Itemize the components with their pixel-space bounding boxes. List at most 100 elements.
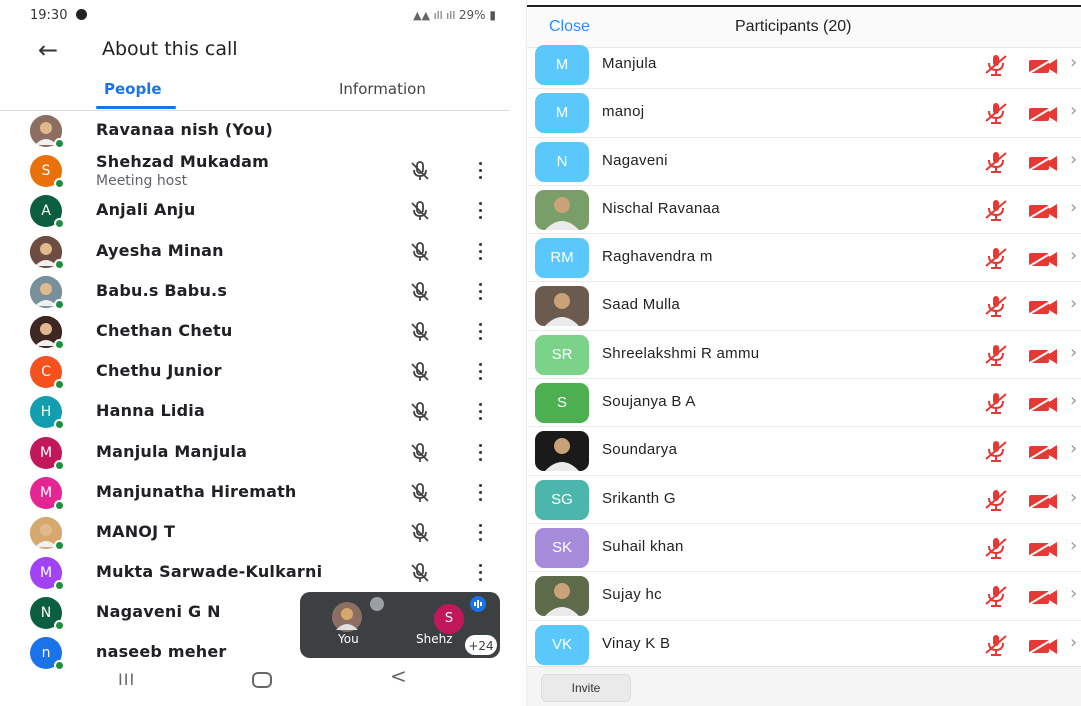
mic-off-icon [408, 481, 432, 505]
mic-muted-icon [983, 633, 1009, 657]
participant-row[interactable]: N Nagaveni › [527, 138, 1081, 186]
more-options-icon[interactable] [472, 361, 488, 383]
participant-row[interactable]: M Manjula › [527, 41, 1081, 90]
participant-row[interactable]: Mmanoj › [527, 89, 1081, 138]
avatar-initial: S [41, 163, 51, 180]
participant-name: Nischal Ravanaa [602, 199, 720, 217]
more-options-icon[interactable] [472, 442, 488, 464]
mic-muted-icon [983, 246, 1009, 270]
participant-row[interactable]: H Hanna Lidia [0, 392, 510, 432]
participant-row[interactable]: S Shehzad Mukadam Meeting host [0, 151, 510, 191]
participant-row[interactable]: VK Vinay K B › [527, 621, 1081, 669]
chevron-right-icon[interactable]: › [1070, 438, 1077, 459]
mic-off-icon [408, 199, 432, 223]
wifi-signal-icon: ▲▲ ıll ıll [413, 9, 459, 22]
participant-name: Saad Mulla [602, 296, 681, 314]
participant-row[interactable]: SG Srikanth G › [527, 476, 1081, 524]
participant-avatar [30, 516, 65, 551]
participant-avatar [30, 315, 65, 350]
more-options-icon[interactable] [472, 401, 488, 423]
floating-self-view[interactable]: You S Shehz +24 [300, 592, 500, 658]
participant-row[interactable]: Ayesha Minan [0, 232, 510, 272]
avatar-initials: SG [551, 490, 573, 508]
video-off-icon [1027, 634, 1059, 655]
more-participants-badge[interactable]: +24 [464, 634, 498, 656]
participant-avatar: M [30, 557, 65, 592]
app-bar: ← About this call [0, 36, 510, 66]
mic-muted-icon [983, 294, 1009, 318]
chevron-right-icon[interactable]: › [1070, 632, 1077, 653]
participant-name: Mukta Sarwade-Kulkarni [96, 562, 323, 582]
speaking-indicator-icon [470, 596, 486, 612]
online-status-icon [54, 258, 65, 270]
chevron-right-icon[interactable]: › [1070, 197, 1077, 218]
participant-avatar [535, 286, 589, 327]
avatar-initial: N [40, 605, 52, 622]
chevron-right-icon[interactable]: › [1070, 100, 1077, 121]
participant-row[interactable]: A Anjali Anju [0, 191, 510, 231]
chevron-right-icon[interactable]: › [1070, 52, 1077, 73]
chevron-right-icon[interactable]: › [1070, 390, 1077, 411]
online-status-icon [54, 459, 65, 471]
participant-row[interactable]: M Mukta Sarwade-Kulkarni [0, 553, 510, 593]
online-status-icon [54, 138, 65, 149]
chevron-right-icon[interactable]: › [1070, 149, 1077, 170]
chevron-right-icon[interactable]: › [1070, 535, 1077, 556]
more-options-icon[interactable] [472, 241, 488, 263]
mic-muted-icon [983, 198, 1009, 222]
online-status-icon [54, 620, 65, 632]
more-options-icon[interactable] [472, 562, 488, 584]
more-options-icon[interactable] [472, 482, 488, 504]
more-options-icon[interactable] [472, 200, 488, 222]
participant-row[interactable]: M Manjula Manjula [0, 433, 510, 473]
chevron-right-icon[interactable]: › [1070, 293, 1077, 314]
more-options-icon[interactable] [472, 321, 488, 343]
system-back-button[interactable]: < [390, 664, 407, 688]
participant-role: Meeting host [96, 173, 188, 190]
avatar-initial: M [39, 484, 53, 501]
close-button[interactable]: Close [549, 18, 590, 36]
participant-row[interactable]: Saad Mulla › [527, 282, 1081, 331]
mic-muted-icon [983, 536, 1009, 560]
notification-dot-icon [76, 9, 87, 20]
mic-muted-icon [983, 488, 1009, 512]
video-off-icon [1027, 103, 1059, 124]
participant-row[interactable]: Soundarya › [527, 427, 1081, 476]
chevron-right-icon[interactable]: › [1070, 487, 1077, 508]
participant-row[interactable]: Babu.s Babu.s [0, 272, 510, 312]
video-off-icon [1027, 344, 1059, 365]
participant-row[interactable]: MANOJ T [0, 513, 510, 553]
video-off-icon [1027, 489, 1059, 510]
participant-row[interactable]: RM Raghavendra m › [527, 234, 1081, 283]
participant-name: Manjula [602, 55, 657, 72]
more-options-icon[interactable] [472, 281, 488, 303]
chevron-right-icon[interactable]: › [1070, 342, 1077, 363]
more-options-icon[interactable] [472, 522, 488, 544]
back-arrow-icon[interactable]: ← [38, 36, 58, 64]
participant-row[interactable]: Ravanaa nish (You) [0, 111, 510, 151]
self-avatar [332, 602, 362, 632]
participant-row[interactable]: SR Shreelakshmi R ammu › [527, 331, 1081, 380]
chevron-right-icon[interactable]: › [1070, 583, 1077, 604]
home-button[interactable] [252, 672, 272, 688]
participant-row[interactable]: Sujay hc › [527, 572, 1081, 621]
tab-information[interactable]: Information [339, 80, 426, 98]
video-off-icon [1027, 200, 1059, 220]
participant-name: Sujay hc [602, 586, 662, 604]
participant-row[interactable]: M Manjunatha Hiremath [0, 473, 510, 513]
participant-name: Anjali Anju [96, 200, 196, 220]
participant-avatar: S [30, 155, 65, 190]
participant-name: Nagaveni [602, 151, 668, 169]
participant-row[interactable]: Nischal Ravanaa › [527, 186, 1081, 235]
participant-row[interactable]: Chethan Chetu [0, 312, 510, 352]
participant-row[interactable]: C Chethu Junior [0, 352, 510, 392]
more-options-icon[interactable] [472, 160, 488, 182]
tab-people[interactable]: People [104, 80, 162, 98]
participant-row[interactable]: SK Suhail khan › [527, 524, 1081, 573]
participant-name: Soujanya B A [602, 393, 696, 411]
chevron-right-icon[interactable]: › [1070, 245, 1077, 266]
invite-button[interactable]: Invite [541, 674, 631, 702]
participant-row[interactable]: S Soujanya B A › [527, 379, 1081, 428]
recent-apps-button[interactable]: III [118, 670, 135, 689]
online-status-icon [54, 298, 65, 310]
